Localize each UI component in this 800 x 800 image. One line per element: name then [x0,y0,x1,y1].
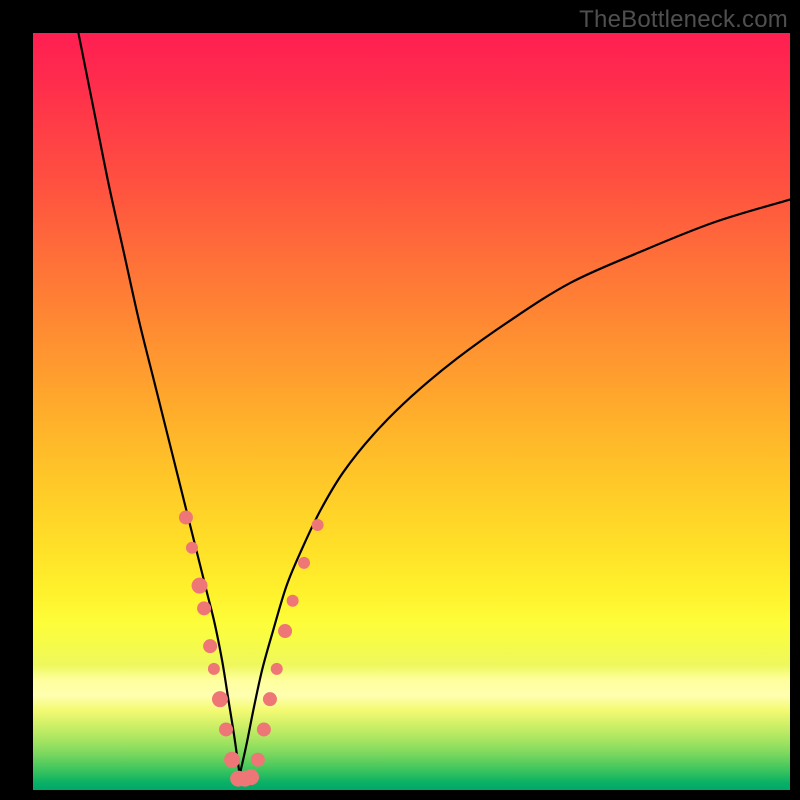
data-point [257,722,271,736]
data-point [287,595,299,607]
data-point [208,663,220,675]
data-point [312,519,324,531]
data-point [298,557,310,569]
data-point [278,624,292,638]
chart-svg [33,33,790,790]
data-point [203,639,217,653]
scatter-overlay [179,510,324,786]
data-point [263,692,277,706]
data-point [197,601,211,615]
data-point [224,752,240,768]
data-point [251,753,265,767]
right-curve [240,200,790,775]
data-point [243,769,259,785]
chart-frame: TheBottleneck.com [0,0,800,800]
watermark-text: TheBottleneck.com [579,6,788,34]
plot-area [33,33,790,790]
data-point [271,663,283,675]
data-point [186,542,198,554]
data-point [219,722,233,736]
data-point [179,510,193,524]
data-point [192,578,208,594]
data-point [212,691,228,707]
